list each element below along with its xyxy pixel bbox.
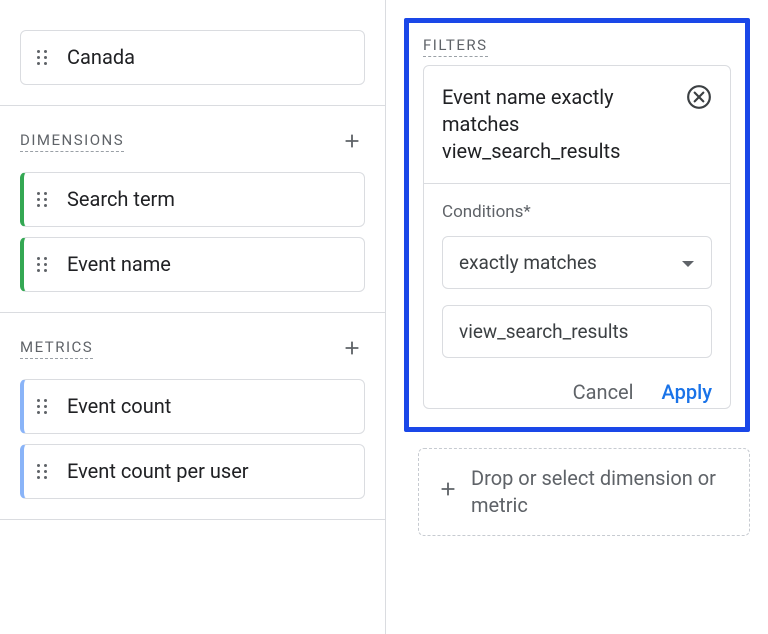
filters-title: FILTERS bbox=[423, 36, 488, 57]
apply-button[interactable]: Apply bbox=[662, 380, 712, 404]
filter-summary-text: Event name exactly matches view_search_r… bbox=[442, 84, 678, 165]
top-section: Canada bbox=[0, 0, 385, 106]
chip-canada[interactable]: Canada bbox=[20, 30, 365, 85]
match-type-value: exactly matches bbox=[459, 251, 597, 274]
plus-icon bbox=[341, 130, 363, 152]
metrics-section: METRICS Event count Event count per user bbox=[0, 313, 385, 520]
conditions-label: Conditions* bbox=[442, 202, 712, 222]
metrics-header: METRICS bbox=[20, 313, 365, 369]
filter-value-input[interactable]: view_search_results bbox=[442, 305, 712, 358]
add-dimension-button[interactable] bbox=[339, 128, 365, 154]
metric-chip-event-count-per-user[interactable]: Event count per user bbox=[20, 444, 365, 499]
filter-summary-row[interactable]: Event name exactly matches view_search_r… bbox=[424, 66, 730, 184]
filters-area: FILTERS Event name exactly matches view_… bbox=[386, 0, 768, 634]
filter-actions: Cancel Apply bbox=[424, 374, 730, 408]
filter-card: Event name exactly matches view_search_r… bbox=[423, 65, 731, 409]
chip-label: Event count bbox=[67, 394, 171, 419]
close-circle-icon bbox=[686, 84, 712, 110]
match-type-select[interactable]: exactly matches bbox=[442, 236, 712, 289]
plus-icon bbox=[437, 478, 459, 500]
drag-handle-icon[interactable] bbox=[37, 464, 53, 479]
dimensions-section: DIMENSIONS Search term Event name bbox=[0, 106, 385, 313]
chip-label: Search term bbox=[67, 187, 175, 212]
drag-handle-icon[interactable] bbox=[37, 50, 53, 65]
filters-panel: FILTERS Event name exactly matches view_… bbox=[404, 18, 750, 432]
chip-label: Event count per user bbox=[67, 459, 249, 484]
metric-chip-event-count[interactable]: Event count bbox=[20, 379, 365, 434]
add-metric-button[interactable] bbox=[339, 335, 365, 361]
chip-label: Canada bbox=[67, 45, 135, 70]
filter-value-text: view_search_results bbox=[459, 320, 628, 343]
dimensions-label: DIMENSIONS bbox=[20, 131, 124, 152]
caret-down-icon bbox=[681, 259, 695, 269]
drag-handle-icon[interactable] bbox=[37, 399, 53, 414]
drag-handle-icon[interactable] bbox=[37, 192, 53, 207]
drag-handle-icon[interactable] bbox=[37, 257, 53, 272]
metrics-label: METRICS bbox=[20, 338, 93, 359]
chip-label: Event name bbox=[67, 252, 171, 277]
dropdown-caret bbox=[681, 251, 695, 274]
dropzone-plus bbox=[437, 478, 459, 507]
plus-icon bbox=[341, 337, 363, 359]
filter-body: Conditions* exactly matches view_search_… bbox=[424, 184, 730, 358]
filter-dropzone[interactable]: Drop or select dimension or metric bbox=[418, 448, 750, 536]
dimension-chip-search-term[interactable]: Search term bbox=[20, 172, 365, 227]
cancel-button[interactable]: Cancel bbox=[573, 380, 634, 404]
dropzone-text: Drop or select dimension or metric bbox=[471, 465, 731, 519]
remove-filter-button[interactable] bbox=[686, 84, 712, 110]
dimension-chip-event-name[interactable]: Event name bbox=[20, 237, 365, 292]
dimensions-header: DIMENSIONS bbox=[20, 106, 365, 162]
config-sidebar: Canada DIMENSIONS Search term Event name… bbox=[0, 0, 386, 634]
